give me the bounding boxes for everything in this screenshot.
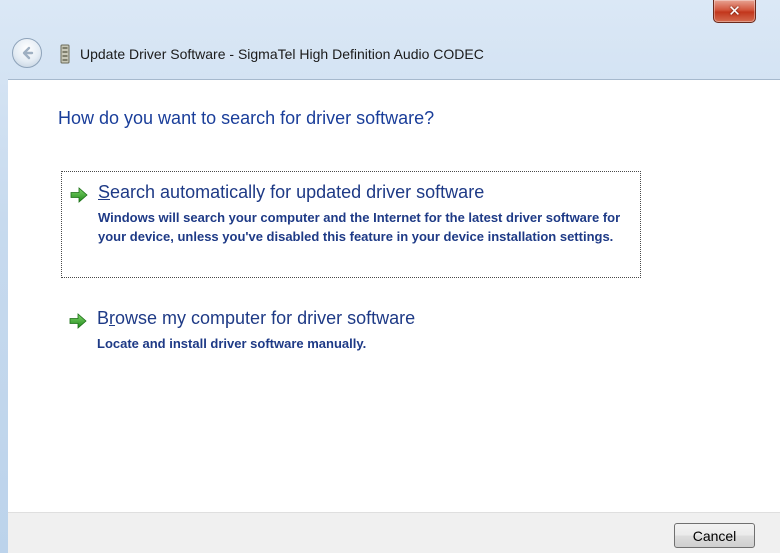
window-title: Update Driver Software - SigmaTel High D… <box>80 46 484 62</box>
green-arrow-icon <box>70 187 88 203</box>
window-frame: ✕ Update Driver Software - SigmaTel High… <box>0 0 780 553</box>
page-heading: How do you want to search for driver sof… <box>58 108 435 128</box>
browse-computer-option[interactable]: Browse my computer for driver software L… <box>61 298 641 358</box>
green-arrow-icon <box>69 313 87 329</box>
option-title: Browse my computer for driver software <box>97 308 416 328</box>
wizard-content: How do you want to search for driver sof… <box>8 79 780 553</box>
back-button[interactable] <box>12 38 42 68</box>
option-title: Search automatically for updated driver … <box>98 182 485 202</box>
back-arrow-icon <box>22 46 34 60</box>
close-icon: ✕ <box>728 1 741 20</box>
title-bar: Update Driver Software - SigmaTel High D… <box>8 28 780 78</box>
close-button[interactable]: ✕ <box>713 0 756 23</box>
button-bar: Cancel <box>8 512 780 553</box>
audio-device-icon <box>60 44 70 64</box>
option-description: Locate and install driver software manua… <box>97 336 367 351</box>
cancel-button[interactable]: Cancel <box>674 523 755 548</box>
option-description: Windows will search your computer and th… <box>98 210 621 244</box>
search-automatically-option[interactable]: Search automatically for updated driver … <box>61 171 641 278</box>
